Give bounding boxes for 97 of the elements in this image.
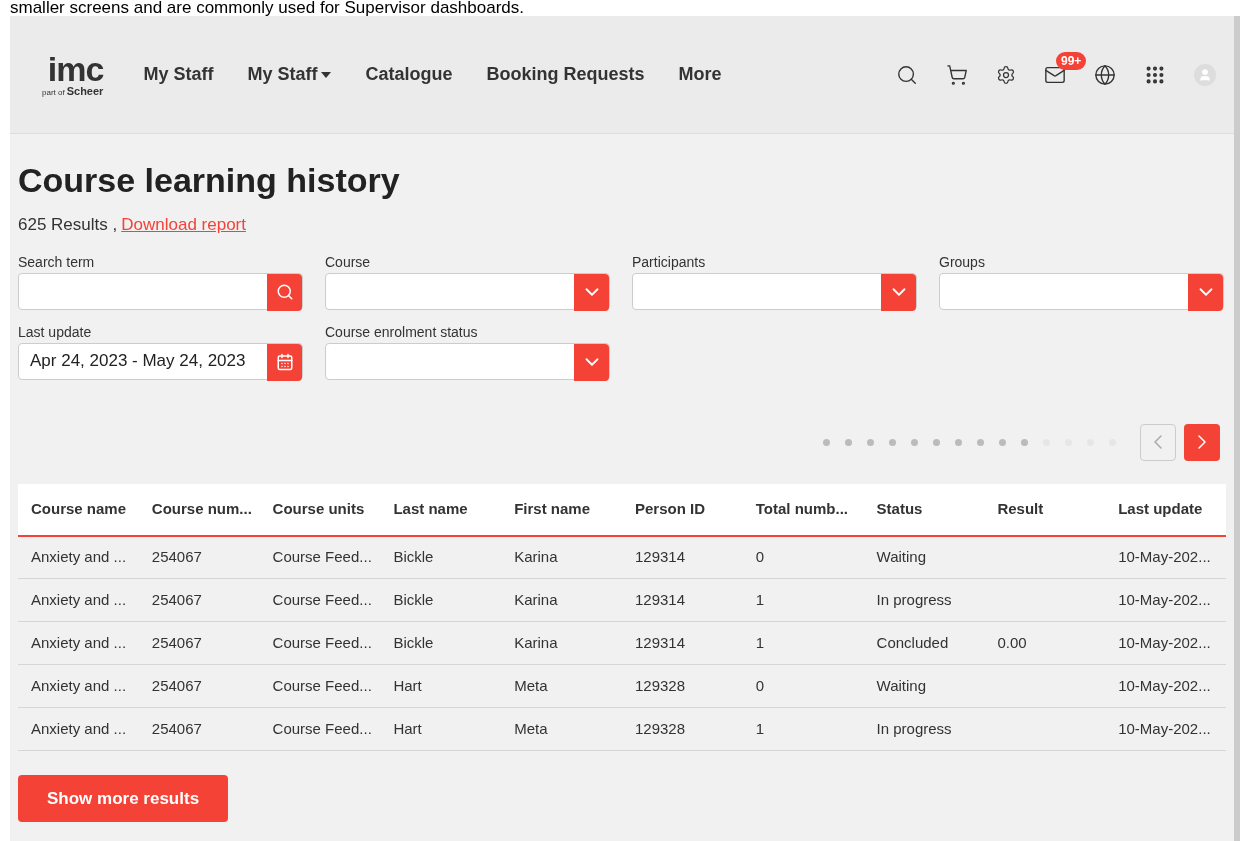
- table-cell: 1: [755, 590, 765, 608]
- nav-link[interactable]: More: [678, 61, 722, 88]
- dropdown-button[interactable]: [574, 273, 609, 311]
- table-cell: 0: [755, 548, 765, 565]
- column-header[interactable]: Last name: [380, 483, 502, 536]
- filter-label: Last update: [18, 322, 93, 342]
- logo-subtitle: Scheer: [66, 86, 104, 97]
- calendar-button[interactable]: [267, 343, 302, 381]
- table-cell: Karina: [514, 590, 558, 608]
- table-cell: 129314: [635, 633, 686, 651]
- next-button[interactable]: [1184, 423, 1220, 461]
- table-cell: Hart: [393, 676, 422, 694]
- caret-icon: [321, 71, 332, 78]
- notification-badge: 99+: [1056, 51, 1087, 70]
- search-button[interactable]: [267, 273, 302, 311]
- table-cell: 10-May-202...: [1118, 590, 1211, 608]
- filter-label: Course: [325, 252, 372, 272]
- table-cell: Anxiety and ...: [31, 633, 127, 651]
- calendar-icon: [275, 353, 294, 371]
- dropdown-button[interactable]: [574, 343, 609, 381]
- field-value: Apr 24, 2023 - May 24, 2023: [30, 350, 246, 373]
- filter-label: Groups: [939, 252, 986, 272]
- table-cell: Concluded: [876, 633, 949, 651]
- table-cell: 1: [755, 633, 765, 651]
- column-header[interactable]: Course units: [259, 483, 381, 536]
- dropdown-button[interactable]: [881, 273, 916, 311]
- nav-link[interactable]: Catalogue: [365, 61, 453, 88]
- settings-icon[interactable]: [996, 64, 1016, 85]
- select-field[interactable]: [325, 342, 610, 380]
- table-cell: Anxiety and ...: [31, 676, 127, 694]
- results-count: 625 Results ,: [18, 214, 118, 236]
- avatar-icon[interactable]: [1194, 63, 1216, 86]
- dropdown-button[interactable]: [1188, 273, 1223, 311]
- table-cell: Karina: [514, 633, 558, 651]
- table-cell: Anxiety and ...: [31, 590, 127, 608]
- filter-label: Participants: [632, 252, 707, 272]
- logo-subtitle-small: part of: [42, 89, 65, 97]
- search-field[interactable]: [18, 272, 303, 310]
- select-field[interactable]: [939, 272, 1224, 310]
- table-cell: Meta: [514, 676, 548, 694]
- nav-link[interactable]: My Staff: [247, 61, 332, 88]
- nav-link[interactable]: My Staff: [143, 61, 214, 88]
- table-cell: Course Feed...: [272, 676, 372, 694]
- table-cell: 10-May-202...: [1118, 548, 1211, 565]
- column-header[interactable]: Status: [863, 483, 985, 536]
- table-cell: 254067: [151, 719, 202, 737]
- page-title: Course learning history: [18, 160, 401, 200]
- table-cell: 0.00: [997, 633, 1027, 651]
- table-cell: 129328: [635, 719, 686, 737]
- table-cell: Bickle: [393, 548, 434, 565]
- column-header[interactable]: Total numb...: [742, 483, 864, 536]
- cart-icon[interactable]: [946, 63, 968, 86]
- table-cell: Course Feed...: [272, 633, 372, 651]
- table-cell: Course Feed...: [272, 719, 372, 737]
- table-cell: Bickle: [393, 633, 434, 651]
- nav-link[interactable]: Booking Requests: [486, 61, 645, 88]
- table-cell: In progress: [876, 719, 952, 737]
- table-cell: Anxiety and ...: [31, 719, 127, 737]
- table-cell: Course Feed...: [272, 590, 372, 608]
- table-cell: 1: [755, 719, 765, 737]
- table-cell: Waiting: [876, 548, 927, 565]
- table-cell: 129328: [635, 676, 686, 694]
- filter-label: Search term: [18, 252, 96, 272]
- column-header[interactable]: First name: [501, 483, 622, 536]
- select-field[interactable]: [325, 272, 610, 310]
- table-cell: 0: [755, 676, 765, 694]
- table-cell: Course Feed...: [272, 548, 372, 565]
- table-cell: 10-May-202...: [1118, 633, 1211, 651]
- column-header[interactable]: Course name: [18, 483, 139, 536]
- filter-label: Course enrolment status: [325, 322, 479, 342]
- table-cell: Bickle: [393, 590, 434, 608]
- caption-text: smaller screens and are commonly used for Supervisor dashboards.: [9, 0, 526, 16]
- table-cell: Hart: [393, 719, 422, 737]
- globe-icon[interactable]: [1094, 63, 1116, 86]
- column-header[interactable]: Course num...: [138, 483, 260, 536]
- show-more-button[interactable]: Show more results: [18, 775, 229, 822]
- table-cell: In progress: [876, 590, 952, 608]
- table-cell: Karina: [514, 548, 558, 565]
- table-cell: Waiting: [876, 676, 927, 694]
- search-icon: [275, 283, 294, 301]
- table-cell: 254067: [151, 633, 202, 651]
- select-field[interactable]: [632, 272, 917, 310]
- search-icon[interactable]: [896, 63, 918, 86]
- table-cell: Anxiety and ...: [31, 548, 127, 565]
- table-cell: 254067: [151, 590, 202, 608]
- table-cell: 10-May-202...: [1118, 719, 1211, 737]
- table-cell: 254067: [151, 548, 202, 565]
- table-cell: 129314: [635, 590, 686, 608]
- logo-text: imc: [47, 52, 104, 86]
- table-cell: 129314: [635, 548, 686, 565]
- table-cell: 10-May-202...: [1118, 676, 1211, 694]
- column-header[interactable]: Result: [984, 483, 1106, 536]
- column-header[interactable]: Person ID: [622, 483, 743, 536]
- table-cell: 254067: [151, 676, 202, 694]
- date-range-field[interactable]: Apr 24, 2023 - May 24, 2023: [18, 342, 303, 380]
- table-cell: Meta: [514, 719, 548, 737]
- column-header[interactable]: Last update: [1105, 483, 1226, 536]
